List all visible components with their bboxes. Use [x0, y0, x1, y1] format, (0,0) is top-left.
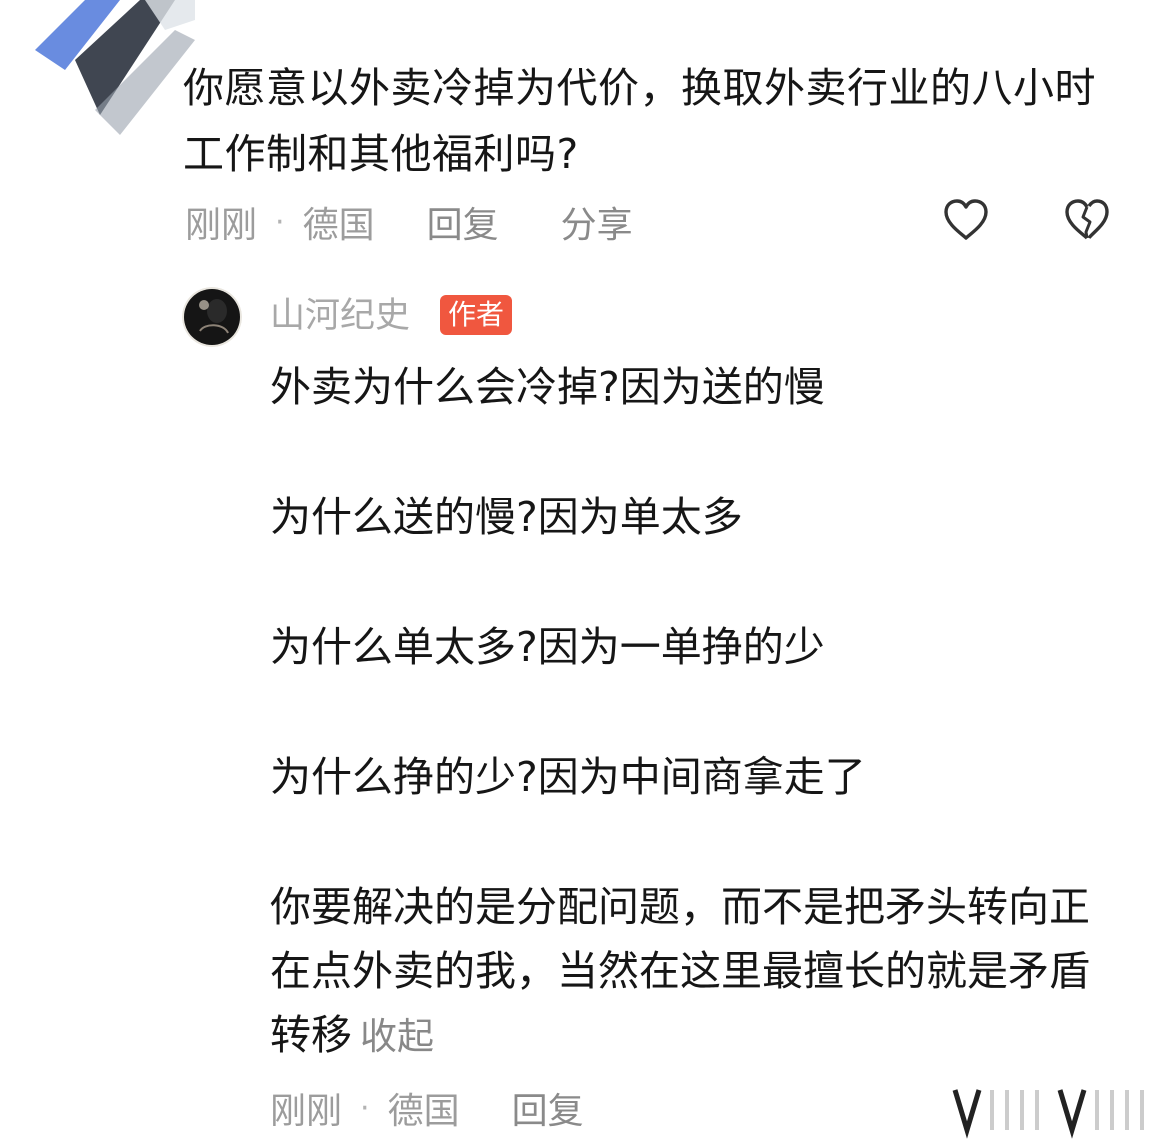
author-badge: 作者: [440, 295, 513, 335]
reply-location: 德国: [387, 1091, 460, 1132]
comment-text: 你愿意以外卖冷掉为代价，换取外卖行业的八小时工作制和其他福利吗?: [183, 64, 1096, 178]
reply-time: 刚刚: [270, 1091, 343, 1132]
reply-paragraph: 为什么单太多?因为一单挣的少: [270, 623, 825, 671]
share-button[interactable]: 分享: [561, 196, 633, 248]
reply-paragraph: 为什么挣的少?因为中间商拿走了: [270, 753, 866, 801]
comment-time: 刚刚: [185, 205, 258, 246]
reply-paragraph: 外卖为什么会冷掉?因为送的慢: [270, 363, 825, 411]
comment-location: 德国: [302, 205, 375, 246]
reply-paragraph: 为什么送的慢?因为单太多: [270, 493, 743, 541]
comment-meta: 刚刚 · 德国 回复 分享: [185, 197, 633, 247]
reply-avatar[interactable]: [182, 287, 242, 347]
reply-meta: 刚刚 · 德国 回复: [270, 1083, 584, 1133]
broken-heart-icon[interactable]: [1062, 196, 1112, 244]
reply-reply-button[interactable]: 回复: [512, 1082, 584, 1134]
watermark: [945, 1082, 1170, 1139]
heart-outline-icon[interactable]: [942, 196, 990, 244]
commenter-avatar[interactable]: [25, 0, 195, 140]
meta-separator: ·: [275, 204, 285, 240]
reply-username[interactable]: 山河纪史: [270, 294, 410, 338]
reply-paragraph-last: 你要解决的是分配问题，而不是把矛头转向正在点外卖的我，当然在这里最擅长的就是矛盾…: [270, 875, 1130, 1069]
reply-button[interactable]: 回复: [427, 196, 499, 248]
reply-body: 外卖为什么会冷掉?因为送的慢 为什么送的慢?因为单太多 为什么单太多?因为一单挣…: [270, 355, 1130, 1069]
meta-separator: ·: [360, 1090, 370, 1126]
collapse-link[interactable]: 收起: [360, 1015, 434, 1058]
